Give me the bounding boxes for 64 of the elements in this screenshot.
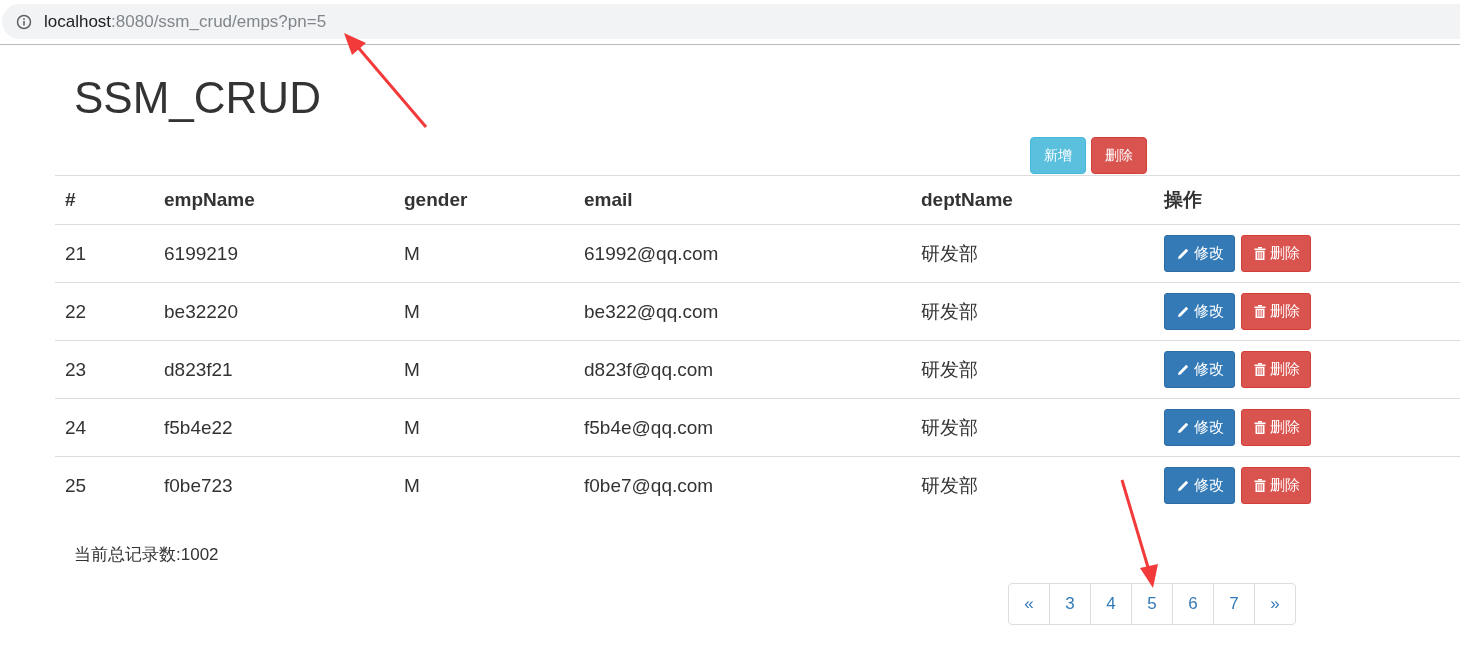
- trash-icon: [1254, 479, 1266, 492]
- pencil-icon: [1177, 363, 1190, 376]
- column-header: empName: [154, 175, 394, 225]
- info-icon: [16, 13, 32, 30]
- column-header: email: [574, 175, 911, 225]
- page-link[interactable]: 3: [1049, 583, 1091, 625]
- delete-button[interactable]: 删除: [1241, 409, 1311, 446]
- edit-button[interactable]: 修改: [1164, 351, 1235, 388]
- url-text: localhost:8080/ssm_crud/emps?pn=5: [44, 11, 327, 32]
- pencil-icon: [1177, 247, 1190, 260]
- toolbar-button[interactable]: 删除: [1091, 137, 1147, 174]
- pencil-icon: [1177, 305, 1190, 318]
- trash-icon: [1254, 421, 1266, 434]
- table-cell: d823f21: [154, 340, 394, 399]
- table-cell: M: [394, 282, 574, 341]
- page-link[interactable]: 7: [1213, 583, 1255, 625]
- table-cell: be322@qq.com: [574, 282, 911, 341]
- edit-button[interactable]: 修改: [1164, 467, 1235, 504]
- address-bar[interactable]: localhost:8080/ssm_crud/emps?pn=5: [2, 4, 1460, 39]
- edit-button[interactable]: 修改: [1164, 293, 1235, 330]
- table-cell: 研发部: [911, 224, 1154, 283]
- delete-button[interactable]: 删除: [1241, 235, 1311, 272]
- pencil-icon: [1177, 479, 1190, 492]
- table-cell: 研发部: [911, 282, 1154, 341]
- table-cell: d823f@qq.com: [574, 340, 911, 399]
- delete-button[interactable]: 删除: [1241, 293, 1311, 330]
- page-link[interactable]: 5: [1131, 583, 1173, 625]
- record-count: 当前总记录数:1002: [74, 544, 220, 566]
- table-cell: 24: [55, 398, 154, 457]
- edit-button[interactable]: 修改: [1164, 409, 1235, 446]
- delete-button[interactable]: 删除: [1241, 351, 1311, 388]
- table-cell: f0be723: [154, 456, 394, 514]
- table-cell: 6199219: [154, 224, 394, 283]
- column-header: #: [55, 175, 154, 225]
- table-cell: 21: [55, 224, 154, 283]
- table-cell: M: [394, 398, 574, 457]
- page-title: SSM_CRUD: [74, 72, 321, 124]
- table-cell: 23: [55, 340, 154, 399]
- table-cell: be32220: [154, 282, 394, 341]
- page-link[interactable]: 6: [1172, 583, 1214, 625]
- trash-icon: [1254, 363, 1266, 376]
- table-cell: M: [394, 224, 574, 283]
- table-cell: 25: [55, 456, 154, 514]
- column-header: 操作: [1154, 175, 1460, 225]
- trash-icon: [1254, 305, 1266, 318]
- table-cell: M: [394, 456, 574, 514]
- page-link[interactable]: »: [1254, 583, 1296, 625]
- table-cell: f0be7@qq.com: [574, 456, 911, 514]
- page-link[interactable]: 4: [1090, 583, 1132, 625]
- table-cell: 22: [55, 282, 154, 341]
- delete-button[interactable]: 删除: [1241, 467, 1311, 504]
- pencil-icon: [1177, 421, 1190, 434]
- table-cell: M: [394, 340, 574, 399]
- table-cell: 研发部: [911, 398, 1154, 457]
- table-cell: 研发部: [911, 340, 1154, 399]
- table-cell: 研发部: [911, 456, 1154, 514]
- table-cell: f5b4e@qq.com: [574, 398, 911, 457]
- trash-icon: [1254, 247, 1266, 260]
- column-header: deptName: [911, 175, 1154, 225]
- column-header: gender: [394, 175, 574, 225]
- page-link[interactable]: «: [1008, 583, 1050, 625]
- table-cell: f5b4e22: [154, 398, 394, 457]
- edit-button[interactable]: 修改: [1164, 235, 1235, 272]
- table-cell: 61992@qq.com: [574, 224, 911, 283]
